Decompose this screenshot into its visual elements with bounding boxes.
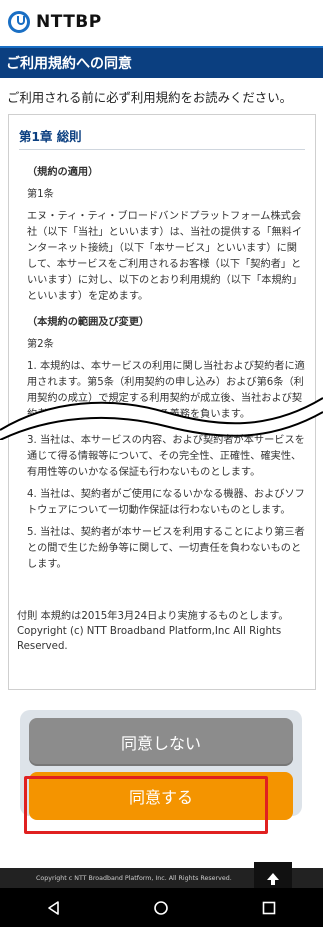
intro-text: ご利用される前に必ず利用規約をお読みください。 [7, 90, 292, 105]
article-number: 第1条 [27, 189, 54, 200]
terms-copyright: Copyright (c) NTT Broadband Platform,Inc… [17, 626, 282, 652]
back-triangle-icon [48, 900, 59, 915]
home-button[interactable] [131, 888, 191, 927]
recents-square-icon [262, 901, 276, 914]
terms-footer-note: 付則 本規約は2015年3月24日より実施するものとします。 Copyright… [17, 609, 315, 654]
agree-button[interactable]: 同意する [29, 772, 293, 820]
article-item: 4. 当社は、契約者がご使用になるいかなる機器、およびソフトウェアについて一切動… [27, 489, 305, 516]
app-header: NTTBP [0, 0, 323, 44]
supplementary-provision: 付則 本規約は2015年3月24日より実施するものとします。 [17, 611, 289, 622]
footer-bar-fill [292, 868, 323, 888]
arrow-up-icon [267, 873, 279, 885]
nttbp-logo-icon [8, 11, 30, 33]
section-title: （本規約の範囲及び変更） [27, 317, 150, 328]
chapter-divider [19, 149, 305, 150]
article-item: 3. 当社は、本サービスの内容、および契約者が本サービスを通じて得る情報等につい… [27, 435, 305, 478]
chapter-title: 第1章 総則 [19, 129, 82, 144]
back-button[interactable] [24, 888, 84, 927]
decline-button[interactable]: 同意しない [29, 718, 293, 766]
article-body: エヌ・ティ・ティ・ブロードバンドプラットフォーム株式会社（以下「当社」といいます… [27, 211, 303, 302]
article-item: 5. 当社は、契約者が本サービスを利用することにより第三者との間で生じた紛争等に… [27, 527, 305, 570]
article-number: 第2条 [27, 339, 54, 350]
recents-button[interactable] [239, 888, 299, 927]
home-circle-icon [154, 900, 169, 915]
section-title: （規約の適用） [27, 167, 99, 178]
content-break-wave [0, 397, 323, 440]
button-panel: 同意しない 同意する [20, 710, 302, 820]
footer-copyright: Copyright c NTT Broadband Platform, Inc.… [0, 868, 254, 888]
android-nav-bar [0, 888, 323, 927]
logo-text: NTTBP [36, 12, 102, 32]
terms-content-bottom: 3. 当社は、本サービスの内容、および契約者が本サービスを通じて得る情報等につい… [27, 433, 305, 593]
page-title: ご利用規約への同意 [0, 46, 323, 78]
